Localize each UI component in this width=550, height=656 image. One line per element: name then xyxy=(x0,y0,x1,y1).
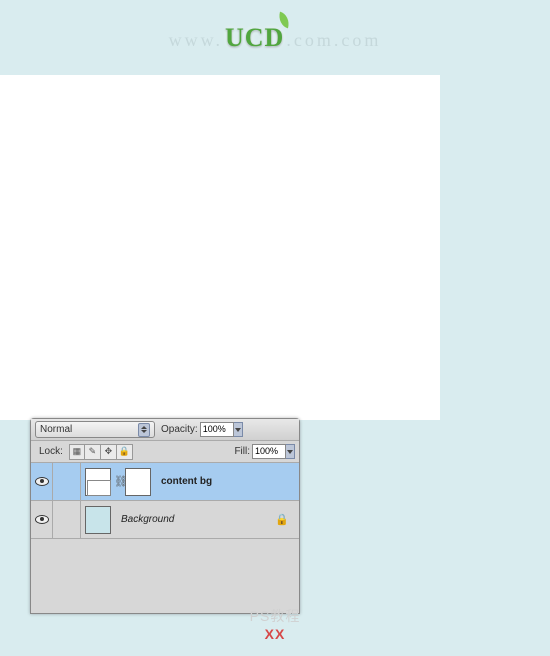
layer-thumbnail[interactable] xyxy=(85,468,111,496)
layers-panel: Normal Opacity: 100% Lock: ▦ ✎ ✥ 🔒 Fill:… xyxy=(30,418,300,614)
fill-input[interactable]: 100% xyxy=(252,444,286,459)
watermark: PS教程 XX xyxy=(0,606,550,642)
opacity-dropdown-icon[interactable] xyxy=(234,422,243,437)
link-column xyxy=(53,501,81,538)
lock-icon: 🔒 xyxy=(275,513,289,526)
blend-mode-dropdown[interactable]: Normal xyxy=(35,421,155,438)
fill-dropdown-icon[interactable] xyxy=(286,444,295,459)
canvas-area xyxy=(0,75,440,420)
brand-logo: UCD xyxy=(225,23,284,52)
blend-opacity-row: Normal Opacity: 100% xyxy=(31,419,299,441)
layer-row[interactable]: Background 🔒 xyxy=(31,501,299,539)
lock-buttons: ▦ ✎ ✥ 🔒 xyxy=(69,444,133,460)
watermark-text: PS教程 xyxy=(250,608,301,624)
opacity-input[interactable]: 100% xyxy=(200,422,234,437)
lock-image-button[interactable]: ✎ xyxy=(85,444,101,460)
url-prefix: www. xyxy=(169,30,223,50)
layer-row[interactable]: ⛓ content bg xyxy=(31,463,299,501)
visibility-toggle[interactable] xyxy=(31,463,53,500)
lock-transparency-button[interactable]: ▦ xyxy=(69,444,85,460)
fill-label: Fill: xyxy=(234,446,250,457)
mask-thumbnail[interactable] xyxy=(125,468,151,496)
eye-icon xyxy=(35,477,49,486)
layers-list: ⛓ content bg Background 🔒 xyxy=(31,463,299,613)
watermark-xx: XX xyxy=(265,626,286,642)
url-suffix: .com.com xyxy=(286,30,381,50)
lock-position-button[interactable]: ✥ xyxy=(101,444,117,460)
opacity-label: Opacity: xyxy=(161,424,198,435)
eye-icon xyxy=(35,515,49,524)
lock-all-button[interactable]: 🔒 xyxy=(117,444,133,460)
blend-mode-value: Normal xyxy=(40,424,72,435)
layer-name[interactable]: Background xyxy=(121,514,174,525)
site-url: www.UCD.com.com xyxy=(169,23,382,53)
link-column xyxy=(53,463,81,500)
layer-thumbnail[interactable] xyxy=(85,506,111,534)
page-header: www.UCD.com.com xyxy=(0,0,550,75)
layer-thumbnails: ⛓ xyxy=(81,468,155,496)
mask-link-icon[interactable]: ⛓ xyxy=(114,475,122,488)
lock-fill-row: Lock: ▦ ✎ ✥ 🔒 Fill: 100% xyxy=(31,441,299,463)
visibility-toggle[interactable] xyxy=(31,501,53,538)
layer-name[interactable]: content bg xyxy=(161,476,212,487)
layer-thumbnails xyxy=(81,506,115,534)
stepper-icon xyxy=(138,423,150,437)
lock-label: Lock: xyxy=(39,446,63,457)
